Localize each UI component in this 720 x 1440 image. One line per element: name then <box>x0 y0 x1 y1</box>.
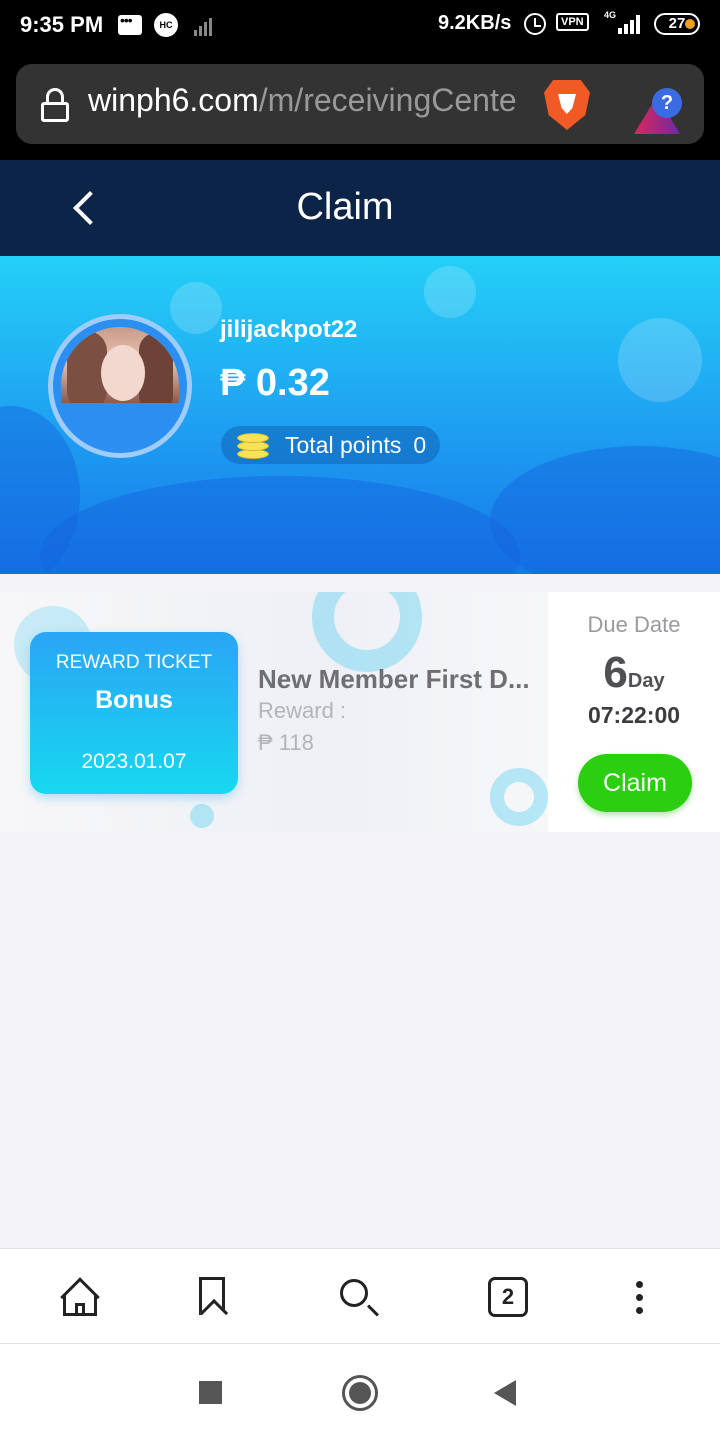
notification-icons: HC <box>118 12 214 37</box>
bookmark-icon[interactable] <box>199 1277 225 1315</box>
status-bar: 9:35 PM HC 9.2KB/s VPN 4G 27 <box>0 0 720 52</box>
ticket-title: REWARD TICKET <box>55 652 213 673</box>
network-type: 4G <box>604 10 617 20</box>
reward-label: Reward : <box>258 698 347 723</box>
search-icon[interactable] <box>338 1277 380 1319</box>
more-menu-icon[interactable] <box>618 1277 660 1319</box>
ticket-name: Bonus <box>95 686 173 714</box>
decor-ring <box>490 768 548 826</box>
app-header: Claim <box>0 160 720 256</box>
decor-ring <box>312 592 422 672</box>
ticket-info: REWARD TICKET Bonus 2023.01.07 New Membe… <box>0 592 548 832</box>
reward-amount: ₱ 118 <box>258 730 314 755</box>
signal-icon <box>616 14 642 34</box>
tabs-icon[interactable]: 2 <box>488 1277 528 1317</box>
decor-bubble <box>618 318 702 402</box>
status-time: 9:35 PM <box>20 12 104 37</box>
url-text[interactable]: winph6.com/m/receivingCente <box>88 82 528 119</box>
lock-icon[interactable] <box>40 88 70 122</box>
alarm-icon <box>524 13 546 35</box>
system-home-icon[interactable] <box>342 1375 378 1411</box>
avatar[interactable] <box>48 314 192 458</box>
ticket-claim-panel: Due Date 6Day 07:22:00 Claim <box>548 592 720 832</box>
claim-button[interactable]: Claim <box>578 754 692 812</box>
battery-icon: 27 <box>654 13 700 35</box>
coins-icon <box>237 431 269 459</box>
system-back-icon[interactable] <box>494 1380 516 1406</box>
browser-bottom-bar: 2 <box>0 1248 720 1344</box>
page-title: Claim <box>296 186 394 228</box>
decor-wave <box>40 476 520 574</box>
message-icon <box>118 12 142 35</box>
points-value: 0 <box>413 432 427 458</box>
reward-ticket-card: REWARD TICKET Bonus 2023.01.07 <box>30 632 238 794</box>
address-bar[interactable]: winph6.com/m/receivingCente ? <box>16 64 704 144</box>
browser-toolbar: winph6.com/m/receivingCente ? <box>0 52 720 160</box>
decor-wave <box>490 446 720 574</box>
tab-count: 2 <box>501 1284 515 1309</box>
total-points-pill: Total points 0 <box>221 426 441 464</box>
recents-icon[interactable] <box>199 1381 222 1404</box>
reward-ticket-row: REWARD TICKET Bonus 2023.01.07 New Membe… <box>0 592 720 832</box>
due-days-number: 6 <box>603 648 628 697</box>
due-time: 07:22:00 <box>587 702 681 728</box>
system-navigation-bar <box>0 1344 720 1440</box>
url-path: /m/receivingCente <box>258 82 517 118</box>
due-date-label: Due Date <box>587 612 681 637</box>
points-label: Total points <box>285 432 402 458</box>
network-speed: 9.2KB/s <box>438 12 512 34</box>
content-area: REWARD TICKET Bonus 2023.01.07 New Membe… <box>0 574 720 1248</box>
url-host: winph6.com <box>88 82 259 118</box>
decor-bubble <box>170 282 222 334</box>
decor-bubble <box>424 266 476 318</box>
decor-ring <box>190 804 214 828</box>
battery-level: 27 <box>668 15 686 32</box>
hc-icon: HC <box>154 13 178 37</box>
avatar-image <box>61 327 179 403</box>
due-days-unit: Day <box>627 670 665 692</box>
event-title: New Member First D... <box>258 664 530 694</box>
ticket-date: 2023.01.07 <box>81 750 187 773</box>
profile-banner: jilijackpot22 ₱ 0.32 Total points 0 <box>0 256 720 574</box>
no-signal-icon <box>190 14 214 36</box>
rewards-badge: ? <box>652 88 682 118</box>
brave-rewards-icon[interactable]: ? <box>634 88 682 134</box>
brave-shield-icon[interactable] <box>544 80 590 130</box>
username: jilijackpot22 <box>220 316 358 343</box>
home-icon[interactable] <box>59 1277 101 1319</box>
due-days: 6Day <box>548 648 720 698</box>
vpn-badge: VPN <box>556 13 589 31</box>
balance: ₱ 0.32 <box>220 362 330 404</box>
